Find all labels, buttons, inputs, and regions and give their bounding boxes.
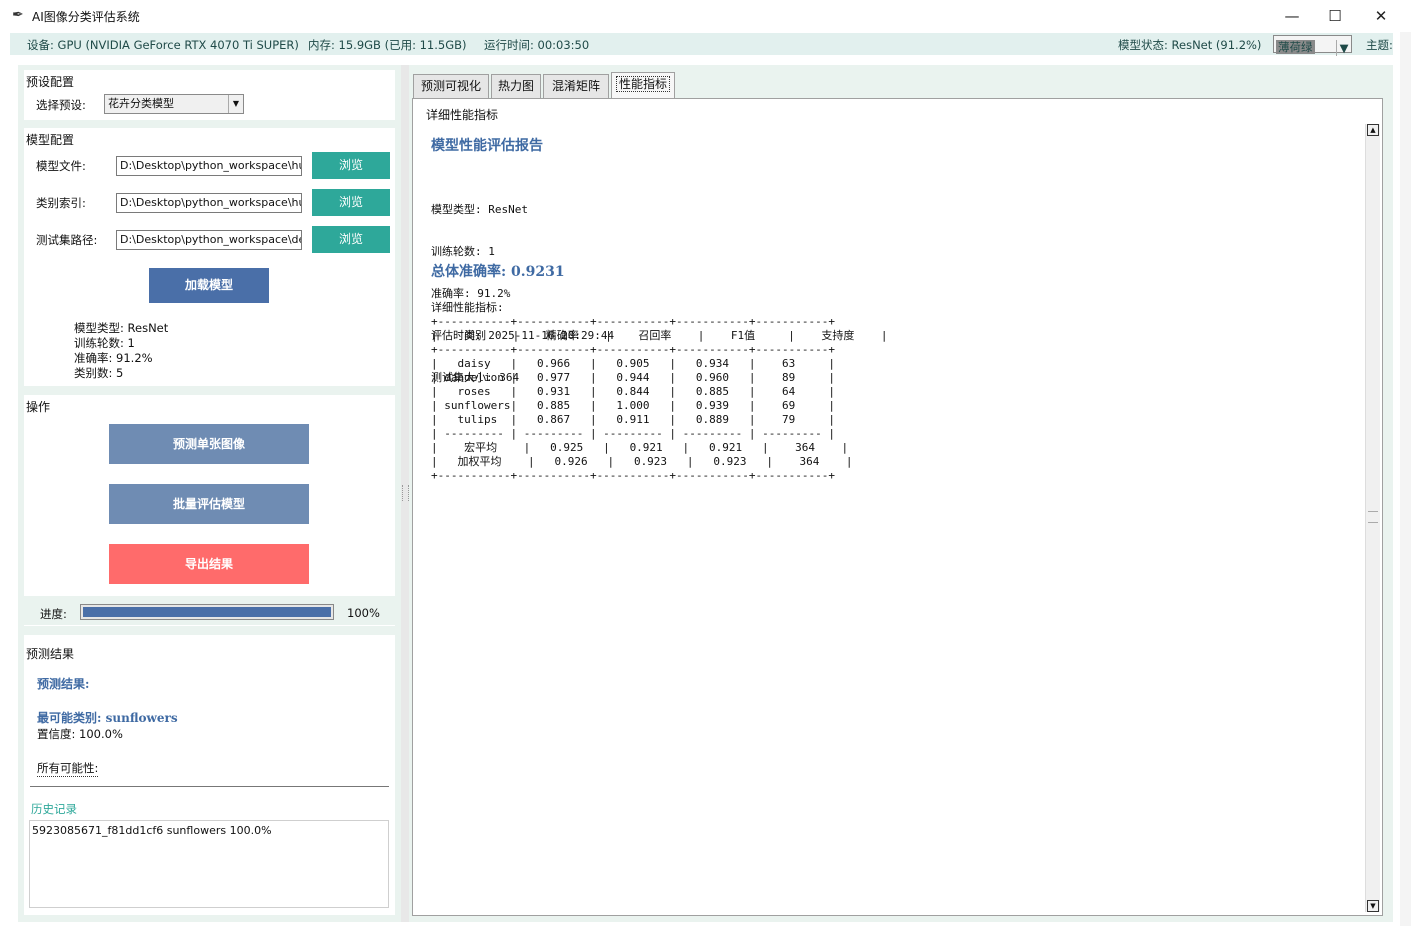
app-feather-icon: ✒ xyxy=(12,7,24,23)
progress-fill xyxy=(83,607,331,617)
meta-accuracy: 准确率: 91.2% xyxy=(431,287,511,300)
report-title: 模型性能评估报告 xyxy=(431,138,543,154)
window-bottom-edge xyxy=(0,926,1411,936)
tab-prediction-visualization[interactable]: 预测可视化 xyxy=(413,74,489,98)
operations-frame: 操作 预测单张图像 批量评估模型 导出结果 xyxy=(24,395,395,626)
theme-value: 薄荷绿 xyxy=(1276,40,1315,54)
preset-frame: 预设配置 选择预设: 花卉分类模型 ▼ xyxy=(24,70,395,120)
window-right-edge xyxy=(1400,32,1411,926)
divider xyxy=(30,786,389,787)
status-bar: 设备: GPU (NVIDIA GeForce RTX 4070 Ti SUPE… xyxy=(10,33,1393,56)
detail-label: 详细性能指标: xyxy=(431,301,504,314)
meta-epochs: 训练轮数: 1 xyxy=(431,245,495,258)
tab-confusion-matrix[interactable]: 混淆矩阵 xyxy=(543,74,609,98)
minimize-button[interactable]: — xyxy=(1269,0,1315,32)
prediction-heading: 预测结果: xyxy=(37,677,90,691)
overall-accuracy: 总体准确率: 0.9231 xyxy=(431,264,565,280)
model-config-section-label: 模型配置 xyxy=(26,133,75,147)
tab-label: 预测可视化 xyxy=(420,79,481,93)
prediction-top-class: 最可能类别: sunflowers xyxy=(37,711,178,725)
operations-section-label: 操作 xyxy=(26,400,51,414)
model-state-status: 模型状态: ResNet (91.2%) xyxy=(1118,38,1262,52)
model-info: 模型类型: ResNet 训练轮数: 1 准确率: 91.2% 类别数: 5 xyxy=(74,321,168,381)
history-list[interactable]: 5923085671_f81dd1cf6 sunflowers 100.0% xyxy=(29,820,389,908)
metrics-table: +-----------+-----------+-----------+---… xyxy=(431,315,888,482)
model-file-label: 模型文件: xyxy=(36,159,86,173)
preset-select[interactable]: 花卉分类模型 ▼ xyxy=(104,94,244,114)
vertical-scrollbar[interactable]: ▲ ▼ xyxy=(1365,124,1380,912)
load-model-button[interactable]: 加载模型 xyxy=(149,268,269,303)
class-index-label: 类别索引: xyxy=(36,196,86,210)
browse-model-button[interactable]: 浏览 xyxy=(312,152,390,179)
prediction-frame: 预测结果 预测结果: 最可能类别: sunflowers 置信度: 100.0%… xyxy=(24,635,395,915)
testset-path-input[interactable]: D:\Desktop\python_workspace\de xyxy=(116,230,302,250)
prediction-all-label: 所有可能性: xyxy=(37,761,99,777)
close-button[interactable]: ✕ xyxy=(1358,0,1404,32)
testset-path-label: 测试集路径: xyxy=(36,233,98,247)
export-results-button[interactable]: 导出结果 xyxy=(109,544,309,584)
predict-single-button[interactable]: 预测单张图像 xyxy=(109,424,309,464)
device-status: 设备: GPU (NVIDIA GeForce RTX 4070 Ti SUPE… xyxy=(27,38,299,52)
pane-sash[interactable] xyxy=(401,65,409,922)
scroll-down-icon[interactable]: ▼ xyxy=(1367,900,1379,912)
preset-label: 选择预设: xyxy=(36,98,86,112)
theme-select[interactable]: 薄荷绿 ▼ xyxy=(1273,35,1352,56)
progress-value: 100% xyxy=(347,606,380,620)
browse-testset-button[interactable]: 浏览 xyxy=(312,226,390,253)
tab-label: 热力图 xyxy=(497,79,534,93)
metrics-frame-label: 详细性能指标 xyxy=(426,108,499,124)
preset-value: 花卉分类模型 xyxy=(108,97,174,110)
sash-grip-icon[interactable] xyxy=(402,485,409,501)
chevron-down-icon[interactable]: ▼ xyxy=(228,95,243,113)
progress-label: 进度: xyxy=(40,607,67,621)
progress-bar xyxy=(80,604,334,620)
metrics-panel: 详细性能指标 模型性能评估报告 模型类型: ResNet 训练轮数: 1 准确率… xyxy=(412,98,1383,916)
metrics-text-area[interactable]: 模型性能评估报告 模型类型: ResNet 训练轮数: 1 准确率: 91.2%… xyxy=(417,123,1363,911)
tab-label: 混淆矩阵 xyxy=(551,79,600,93)
right-pane: 预测可视化 热力图 混淆矩阵 性能指标 详细性能指标 模型性能评估报告 模型类型… xyxy=(409,65,1393,922)
tab-heatmap[interactable]: 热力图 xyxy=(491,74,541,98)
tab-label: 性能指标 xyxy=(615,76,670,92)
browse-class-index-button[interactable]: 浏览 xyxy=(312,189,390,216)
history-item[interactable]: 5923085671_f81dd1cf6 sunflowers 100.0% xyxy=(32,824,272,837)
prediction-confidence: 置信度: 100.0% xyxy=(37,727,123,741)
chevron-down-icon[interactable]: ▼ xyxy=(1336,40,1351,56)
progress-row: 进度: 100% xyxy=(24,596,395,625)
batch-evaluate-button[interactable]: 批量评估模型 xyxy=(109,484,309,524)
memory-status: 内存: 15.9GB (已用: 11.5GB) xyxy=(308,38,467,52)
scroll-grip-icon[interactable] xyxy=(1368,511,1378,523)
prediction-section-label: 预测结果 xyxy=(26,647,75,661)
model-info-classes: 类别数: 5 xyxy=(74,366,124,380)
model-info-type: 模型类型: ResNet xyxy=(74,321,169,335)
maximize-button[interactable]: ☐ xyxy=(1312,0,1358,32)
left-pane: 预设配置 选择预设: 花卉分类模型 ▼ 模型配置 模型文件: D:\Deskto… xyxy=(18,65,401,922)
runtime-status: 运行时间: 00:03:50 xyxy=(484,38,590,52)
tab-performance-metrics[interactable]: 性能指标 xyxy=(611,72,675,98)
model-file-input[interactable]: D:\Desktop\python_workspace\hu xyxy=(116,156,302,176)
class-index-input[interactable]: D:\Desktop\python_workspace\hu xyxy=(116,193,302,213)
window-title: AI图像分类评估系统 xyxy=(32,10,140,24)
meta-model-type: 模型类型: ResNet xyxy=(431,203,528,216)
preset-section-label: 预设配置 xyxy=(26,75,75,89)
model-info-epochs: 训练轮数: 1 xyxy=(74,336,135,350)
title-bar: ✒ AI图像分类评估系统 — ☐ ✕ xyxy=(0,0,1411,32)
history-section-label: 历史记录 xyxy=(31,802,77,816)
model-config-frame: 模型配置 模型文件: D:\Desktop\python_workspace\h… xyxy=(24,128,395,386)
theme-label: 主题: xyxy=(1366,38,1393,52)
scroll-up-icon[interactable]: ▲ xyxy=(1367,124,1379,136)
model-info-accuracy: 准确率: 91.2% xyxy=(74,351,153,365)
